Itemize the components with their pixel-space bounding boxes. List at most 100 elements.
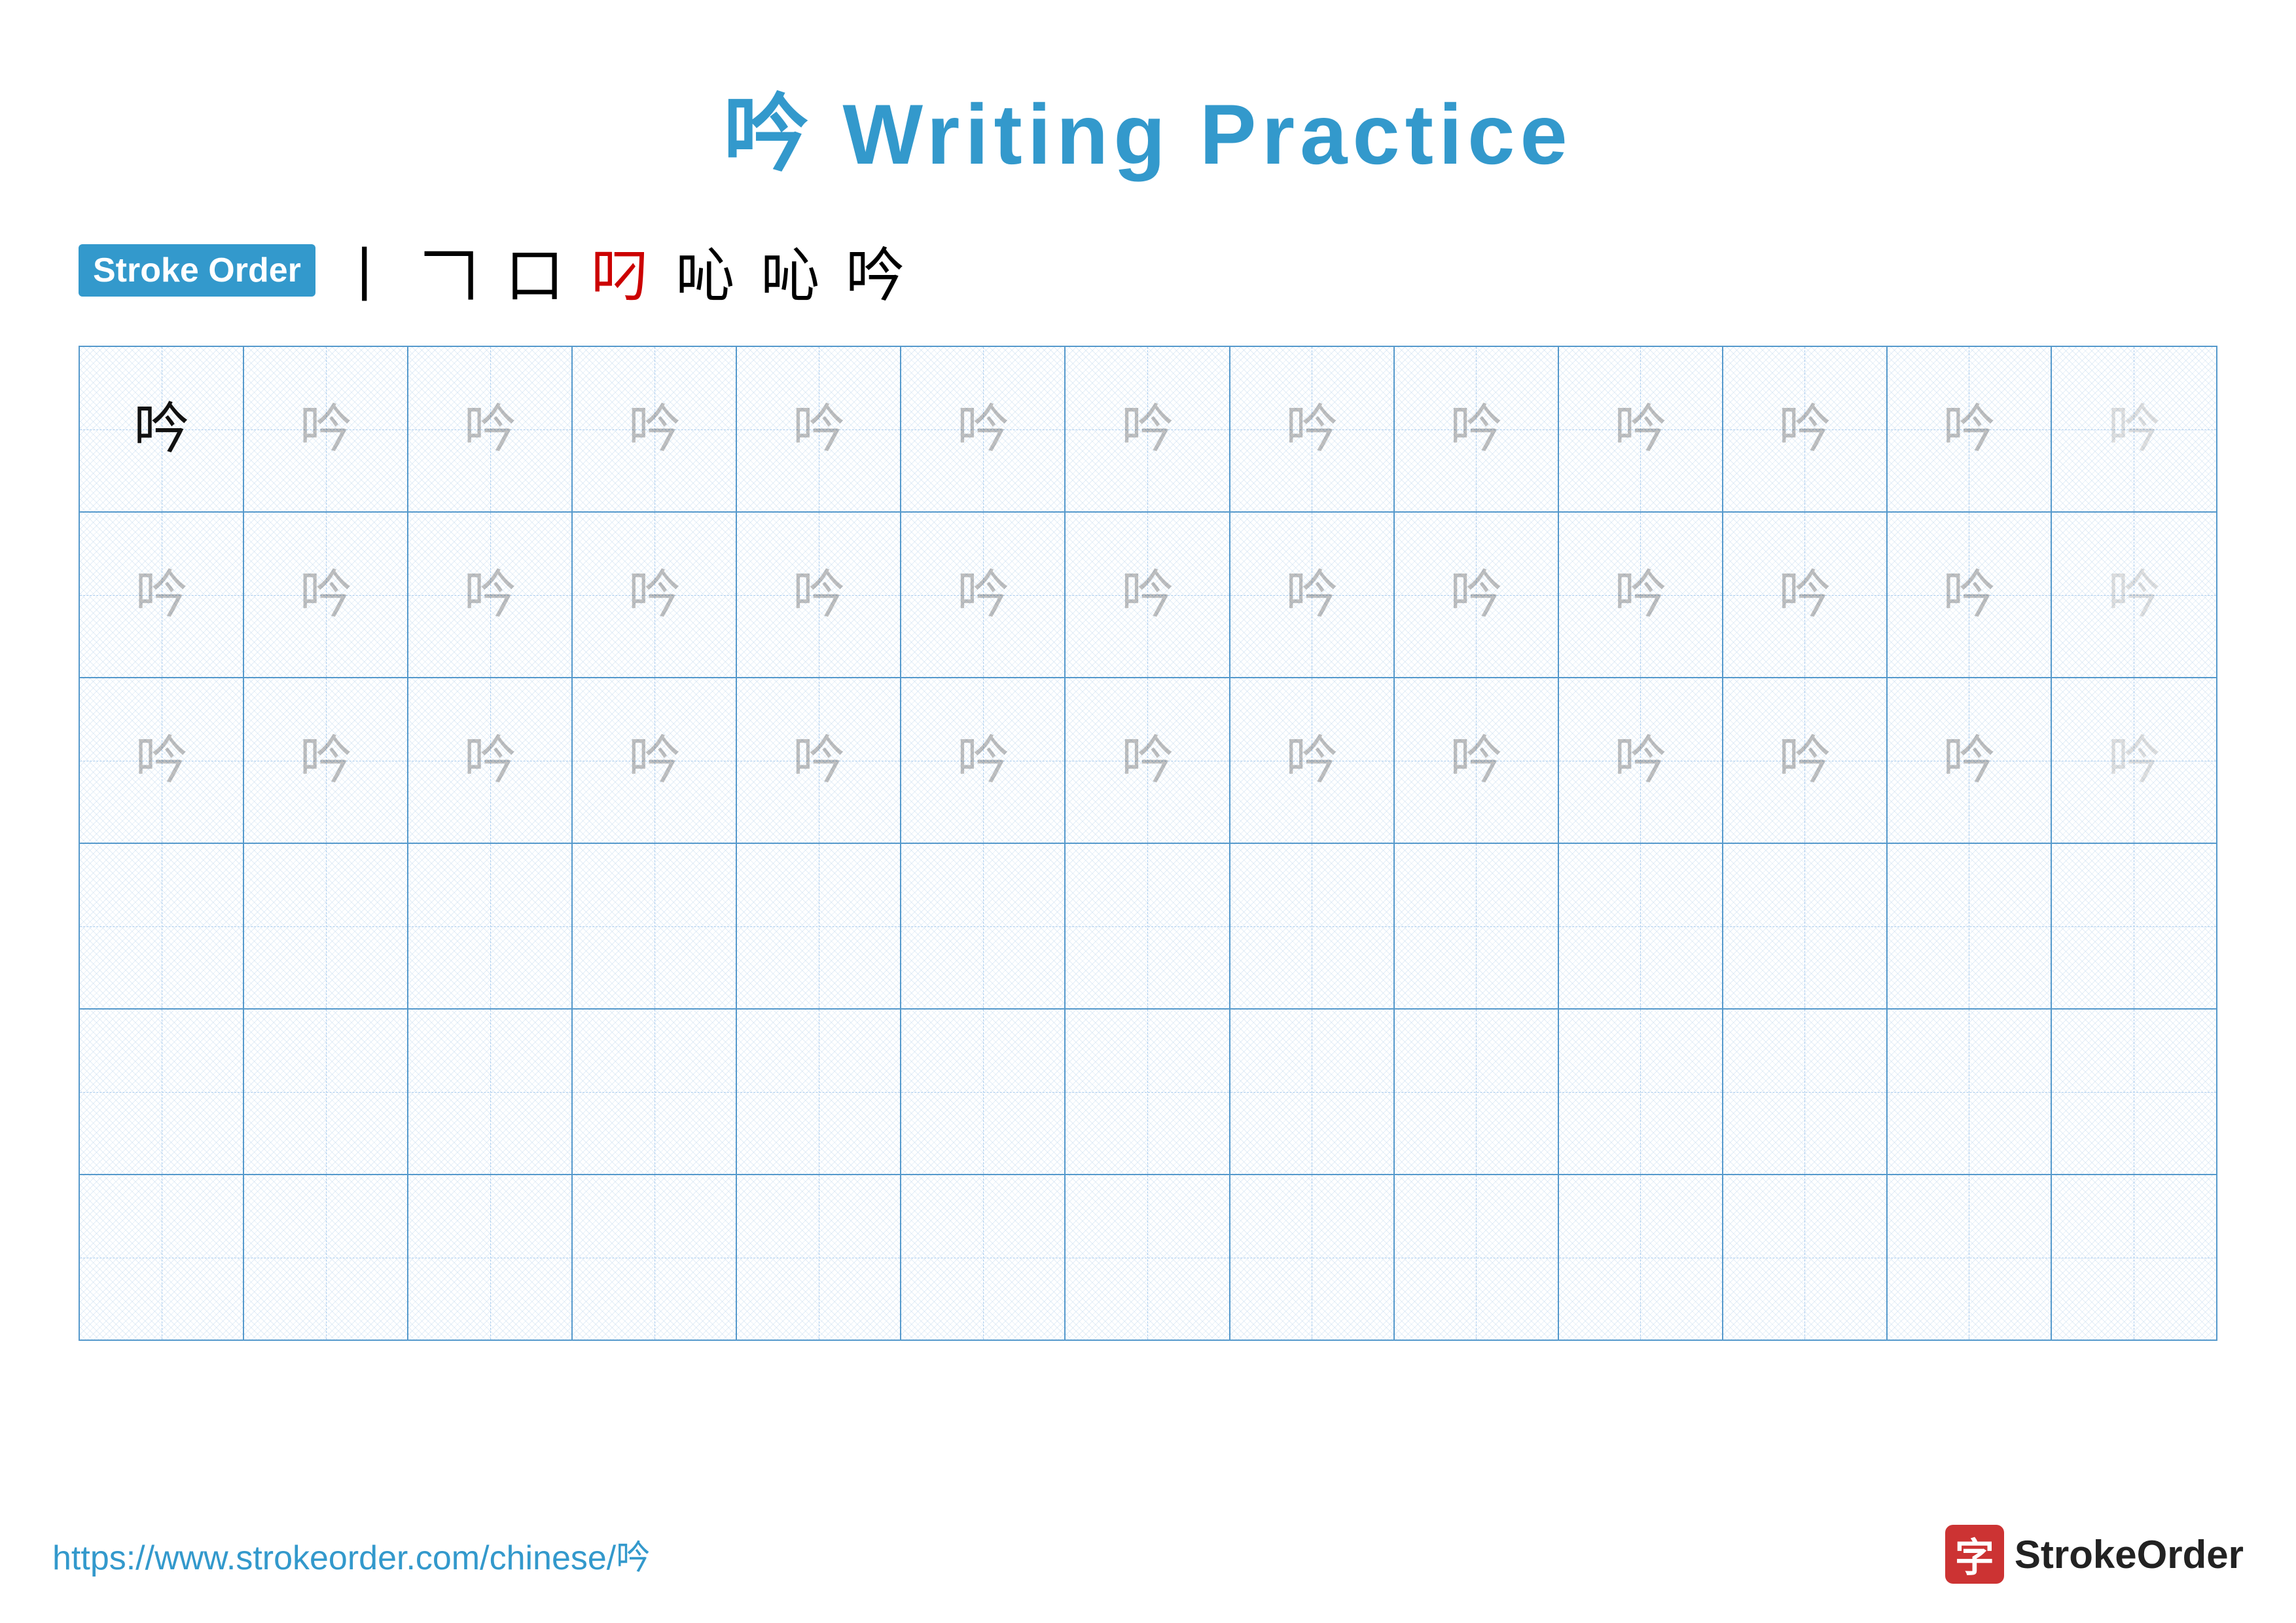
grid-cell-0-2[interactable]: 吟 [408, 347, 573, 511]
grid-cell-1-3[interactable]: 吟 [573, 513, 737, 677]
diag2-5-2 [408, 1175, 571, 1340]
grid-cell-4-5[interactable] [901, 1010, 1066, 1174]
grid-cell-0-4[interactable]: 吟 [737, 347, 901, 511]
grid-cell-5-4[interactable] [737, 1175, 901, 1340]
grid-cell-2-7[interactable]: 吟 [1230, 678, 1395, 843]
grid-cell-3-12[interactable] [2052, 844, 2216, 1008]
grid-cell-1-10[interactable]: 吟 [1723, 513, 1888, 677]
grid-cell-0-8[interactable]: 吟 [1395, 347, 1559, 511]
grid-cell-3-11[interactable] [1888, 844, 2052, 1008]
grid-cell-4-3[interactable] [573, 1010, 737, 1174]
cell-char-2-8: 吟 [1450, 735, 1502, 787]
grid-cell-1-4[interactable]: 吟 [737, 513, 901, 677]
grid-cell-3-2[interactable] [408, 844, 573, 1008]
grid-cell-2-12[interactable]: 吟 [2052, 678, 2216, 843]
grid-cell-5-6[interactable] [1066, 1175, 1230, 1340]
grid-cell-4-7[interactable] [1230, 1010, 1395, 1174]
stroke-5: 吣 [675, 228, 734, 313]
grid-cell-3-7[interactable] [1230, 844, 1395, 1008]
cell-char-0-7: 吟 [1285, 403, 1338, 456]
grid-cell-3-4[interactable] [737, 844, 901, 1008]
grid-cell-1-2[interactable]: 吟 [408, 513, 573, 677]
grid-cell-4-4[interactable] [737, 1010, 901, 1174]
grid-cell-4-11[interactable] [1888, 1010, 2052, 1174]
footer-url[interactable]: https://www.strokeorder.com/chinese/吟 [52, 1530, 650, 1579]
grid-cell-1-6[interactable]: 吟 [1066, 513, 1230, 677]
diag2-5-11 [1888, 1175, 2051, 1340]
grid-cell-0-3[interactable]: 吟 [573, 347, 737, 511]
grid-cell-0-1[interactable]: 吟 [244, 347, 408, 511]
grid-cell-4-12[interactable] [2052, 1010, 2216, 1174]
grid-cell-5-3[interactable] [573, 1175, 737, 1340]
cell-char-2-5: 吟 [957, 735, 1009, 787]
grid-cell-0-9[interactable]: 吟 [1559, 347, 1723, 511]
grid-cell-5-11[interactable] [1888, 1175, 2052, 1340]
grid-cell-1-8[interactable]: 吟 [1395, 513, 1559, 677]
grid-cell-5-8[interactable] [1395, 1175, 1559, 1340]
grid-cell-0-5[interactable]: 吟 [901, 347, 1066, 511]
grid-cell-3-8[interactable] [1395, 844, 1559, 1008]
grid-cell-1-12[interactable]: 吟 [2052, 513, 2216, 677]
grid-cell-2-8[interactable]: 吟 [1395, 678, 1559, 843]
grid-cell-2-4[interactable]: 吟 [737, 678, 901, 843]
grid-cell-0-6[interactable]: 吟 [1066, 347, 1230, 511]
stroke-order-badge: Stroke Order [79, 244, 315, 297]
grid-cell-0-11[interactable]: 吟 [1888, 347, 2052, 511]
cell-char-1-0: 吟 [135, 569, 188, 621]
grid-cell-0-0[interactable]: 吟 [80, 347, 244, 511]
grid-cell-1-1[interactable]: 吟 [244, 513, 408, 677]
grid-cell-4-0[interactable] [80, 1010, 244, 1174]
grid-cell-2-11[interactable]: 吟 [1888, 678, 2052, 843]
grid-cell-3-0[interactable] [80, 844, 244, 1008]
title-area: 吟 Writing Practice [52, 65, 2244, 189]
cell-char-0-6: 吟 [1121, 403, 1174, 456]
grid-cell-3-5[interactable] [901, 844, 1066, 1008]
grid-cell-1-5[interactable]: 吟 [901, 513, 1066, 677]
grid-row-3[interactable] [80, 844, 2216, 1010]
grid-row-1[interactable]: 吟吟吟吟吟吟吟吟吟吟吟吟吟 [80, 513, 2216, 678]
grid-cell-0-7[interactable]: 吟 [1230, 347, 1395, 511]
grid-cell-5-9[interactable] [1559, 1175, 1723, 1340]
grid-row-4[interactable] [80, 1010, 2216, 1175]
grid-cell-2-0[interactable]: 吟 [80, 678, 244, 843]
grid-cell-1-7[interactable]: 吟 [1230, 513, 1395, 677]
grid-row-5[interactable] [80, 1175, 2216, 1340]
grid-cell-4-2[interactable] [408, 1010, 573, 1174]
grid-cell-0-12[interactable]: 吟 [2052, 347, 2216, 511]
grid-cell-3-6[interactable] [1066, 844, 1230, 1008]
grid-cell-5-2[interactable] [408, 1175, 573, 1340]
grid-cell-4-1[interactable] [244, 1010, 408, 1174]
grid-cell-0-10[interactable]: 吟 [1723, 347, 1888, 511]
grid-cell-1-9[interactable]: 吟 [1559, 513, 1723, 677]
grid-cell-5-7[interactable] [1230, 1175, 1395, 1340]
grid-cell-2-1[interactable]: 吟 [244, 678, 408, 843]
grid-cell-5-1[interactable] [244, 1175, 408, 1340]
grid-cell-2-3[interactable]: 吟 [573, 678, 737, 843]
grid-row-0[interactable]: 吟吟吟吟吟吟吟吟吟吟吟吟吟 [80, 347, 2216, 513]
grid-cell-1-11[interactable]: 吟 [1888, 513, 2052, 677]
grid-cell-4-6[interactable] [1066, 1010, 1230, 1174]
grid-cell-2-6[interactable]: 吟 [1066, 678, 1230, 843]
grid-cell-3-10[interactable] [1723, 844, 1888, 1008]
grid-cell-1-0[interactable]: 吟 [80, 513, 244, 677]
grid-row-2[interactable]: 吟吟吟吟吟吟吟吟吟吟吟吟吟 [80, 678, 2216, 844]
grid-cell-4-10[interactable] [1723, 1010, 1888, 1174]
grid-cell-4-8[interactable] [1395, 1010, 1559, 1174]
grid-cell-5-5[interactable] [901, 1175, 1066, 1340]
footer: https://www.strokeorder.com/chinese/吟 字 … [52, 1525, 2244, 1584]
grid-cell-5-12[interactable] [2052, 1175, 2216, 1340]
grid-cell-2-9[interactable]: 吟 [1559, 678, 1723, 843]
grid-cell-2-5[interactable]: 吟 [901, 678, 1066, 843]
footer-logo-text: StrokeOrder [2015, 1532, 2244, 1577]
grid-cell-2-10[interactable]: 吟 [1723, 678, 1888, 843]
grid-cell-4-9[interactable] [1559, 1010, 1723, 1174]
grid-cell-3-3[interactable] [573, 844, 737, 1008]
cell-char-0-1: 吟 [300, 403, 352, 456]
grid-cell-2-2[interactable]: 吟 [408, 678, 573, 843]
grid-cell-3-1[interactable] [244, 844, 408, 1008]
grid-cell-5-10[interactable] [1723, 1175, 1888, 1340]
diag2-3-7 [1230, 844, 1393, 1008]
diag2-5-6 [1066, 1175, 1229, 1340]
grid-cell-3-9[interactable] [1559, 844, 1723, 1008]
grid-cell-5-0[interactable] [80, 1175, 244, 1340]
